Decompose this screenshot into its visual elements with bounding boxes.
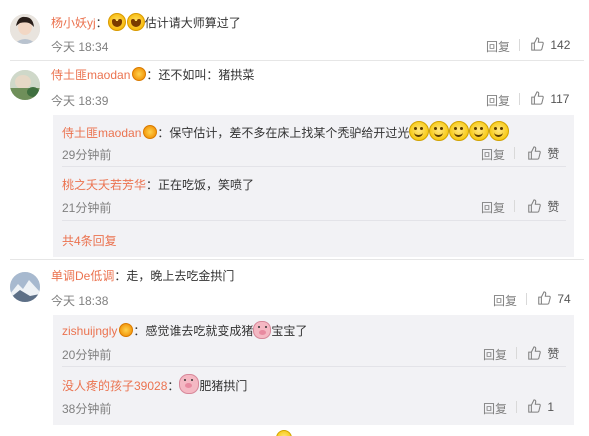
reply-text: 保守估计，差不多在床上找某个秃驴给开过光: [169, 126, 410, 140]
separator-line: [10, 60, 584, 61]
reply-body: 侍土匪maodan ：保守估计，差不多在床上找某个秃驴给开过光: [62, 121, 510, 141]
comment-time: 今天 18:38: [51, 294, 109, 308]
reply-text-suffix: 宝宝了: [271, 324, 308, 338]
like-count: 142: [550, 38, 571, 52]
username-link[interactable]: 桃之夭夭若芳华: [62, 178, 146, 192]
reply-button[interactable]: 回复: [481, 199, 505, 216]
like-button[interactable]: 74: [537, 291, 571, 306]
reply-button[interactable]: 回复: [481, 146, 505, 163]
username-link[interactable]: 侍土匪maodan: [51, 68, 130, 82]
comment-body: 单调De低调：走，晚上去吃金拱门: [51, 267, 234, 285]
separator-line: [62, 166, 566, 167]
separator-line: [10, 259, 584, 260]
like-button[interactable]: 赞: [527, 145, 559, 162]
username-link[interactable]: zishuijngly: [62, 324, 117, 338]
emoji-icon: [276, 430, 292, 436]
reply-text: 感觉谁去吃就变成猪: [145, 324, 254, 338]
reply-time: 38分钟前: [62, 402, 112, 416]
reply-time: 21分钟前: [62, 201, 112, 215]
colon: ：: [95, 16, 108, 30]
grin-emoji-icon: [449, 121, 470, 141]
grin-emoji-icon: [489, 121, 510, 141]
thumbs-up-icon: [531, 37, 544, 51]
like-button[interactable]: 117: [530, 91, 569, 106]
replies-panel: 侍土匪maodan ：保守估计，差不多在床上找某个秃驴给开过光 29分钟前 回复 …: [53, 115, 574, 257]
divider: [514, 200, 515, 212]
reply-button[interactable]: 回复: [486, 92, 510, 109]
comment-text: 走，晚上去吃金拱门: [126, 269, 235, 283]
username-link[interactable]: 杨小妖yj: [51, 16, 96, 30]
colon: ：: [146, 68, 159, 82]
like-button[interactable]: 赞: [527, 198, 559, 215]
member-badge-icon: [143, 125, 158, 139]
divider: [516, 401, 517, 413]
thumbs-up-icon: [528, 146, 541, 160]
username-link[interactable]: 没人疼的孩子39028: [62, 379, 167, 393]
like-label: 赞: [547, 147, 560, 161]
reply-body: zishuijngly ：感觉谁去吃就变成猪 宝宝了: [62, 321, 307, 341]
comment-text: 还不如叫：猪拱菜: [158, 68, 255, 82]
reply-time: 20分钟前: [62, 348, 112, 362]
thumbs-up-icon: [528, 346, 541, 360]
member-badge-icon: [132, 67, 147, 81]
comment-body: 杨小妖yj： 估计请大师算过了: [51, 13, 241, 31]
reply-button[interactable]: 回复: [493, 292, 517, 309]
divider: [514, 147, 515, 159]
colon: ：: [114, 269, 127, 283]
like-button[interactable]: 142: [530, 37, 570, 52]
comment-body: 侍土匪maodan ：还不如叫：猪拱菜: [51, 66, 254, 84]
username-link[interactable]: 单调De低调: [51, 269, 114, 283]
member-badge-icon: [119, 323, 134, 337]
thumbs-up-icon: [531, 91, 544, 105]
pig-emoji-icon: [179, 374, 200, 394]
like-button[interactable]: 赞: [527, 345, 559, 362]
divider: [516, 347, 517, 359]
reply-text: 正在吃饭，笑喷了: [158, 178, 255, 192]
like-label: 赞: [547, 347, 560, 361]
comment-text: 估计请大师算过了: [144, 16, 241, 30]
thumbs-up-icon: [528, 399, 541, 413]
like-count: 74: [557, 292, 571, 306]
replies-panel: zishuijngly ：感觉谁去吃就变成猪 宝宝了 20分钟前 回复 赞 没人疼的…: [53, 315, 574, 425]
colon: ：: [146, 178, 159, 192]
grin-emoji-icon: [409, 121, 430, 141]
reply-button[interactable]: 回复: [486, 38, 510, 55]
like-button[interactable]: 1: [527, 399, 554, 414]
comment-time: 今天 18:34: [51, 40, 109, 54]
colon: ：: [133, 324, 146, 338]
like-count: 1: [547, 400, 555, 414]
thumbs-up-icon: [538, 291, 551, 305]
divider: [519, 93, 520, 105]
like-label: 赞: [547, 200, 560, 214]
colon: ：: [157, 126, 170, 140]
laughing-emoji-icon: [126, 13, 145, 31]
reply-body: 没人疼的孩子39028： 肥猪拱门: [62, 374, 247, 394]
grin-emoji-icon: [469, 121, 490, 141]
reply-button[interactable]: 回复: [483, 400, 507, 417]
pig-emoji-icon: [253, 321, 272, 339]
divider: [519, 39, 520, 51]
reply-button[interactable]: 回复: [483, 346, 507, 363]
more-replies-link[interactable]: 共4条回复: [62, 232, 117, 249]
username-link[interactable]: 侍土匪maodan: [62, 126, 141, 140]
divider: [526, 293, 527, 305]
colon: ：: [167, 379, 180, 393]
grin-emoji-icon: [429, 121, 450, 141]
separator-line: [62, 366, 566, 367]
laughing-emoji-icon: [107, 13, 126, 31]
reply-body: 桃之夭夭若芳华：正在吃饭，笑喷了: [62, 176, 254, 194]
like-count: 117: [550, 92, 570, 106]
thumbs-up-icon: [528, 199, 541, 213]
reply-time: 29分钟前: [62, 148, 112, 162]
avatar[interactable]: [10, 272, 40, 302]
avatar[interactable]: [10, 14, 40, 44]
comment-time: 今天 18:39: [51, 94, 109, 108]
reply-text: 肥猪拱门: [199, 379, 248, 393]
avatar[interactable]: [10, 70, 40, 100]
separator-line: [62, 220, 566, 221]
